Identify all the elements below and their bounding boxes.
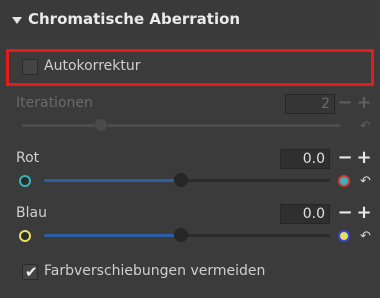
blue-decrement-button[interactable]: −	[337, 204, 353, 224]
auto-correction-label[interactable]: Autokorrektur	[44, 58, 140, 74]
panel-title: Chromatische Aberration	[28, 10, 241, 28]
red-value-field[interactable]: 0.0	[280, 149, 330, 169]
blue-slider-fill	[44, 234, 187, 237]
blue-increment-button[interactable]: +	[356, 204, 372, 224]
blue-value-field[interactable]: 0.0	[280, 204, 330, 224]
red-slider-thumb[interactable]	[174, 173, 188, 187]
iterations-decrement-button[interactable]: −	[337, 94, 353, 114]
blue-left-color-dot	[19, 230, 31, 242]
red-label: Rot	[16, 150, 40, 166]
check-icon: ✔	[25, 263, 38, 281]
auto-correction-checkbox[interactable]	[22, 59, 38, 75]
red-left-color-dot	[19, 175, 31, 187]
blue-right-color-dot	[338, 230, 350, 242]
iterations-value-field[interactable]: 2	[285, 94, 335, 114]
chromatic-aberration-panel: Chromatische Aberration Autokorrektur It…	[0, 0, 380, 298]
red-reset-icon[interactable]: ↶	[360, 175, 374, 188]
triangle-down-icon[interactable]	[12, 17, 22, 24]
red-decrement-button[interactable]: −	[337, 149, 353, 169]
iterations-slider-track[interactable]	[22, 124, 340, 127]
red-right-color-dot	[338, 175, 350, 187]
blue-slider-thumb[interactable]	[174, 228, 188, 242]
avoid-color-shift-label[interactable]: Farbverschiebungen vermeiden	[44, 263, 265, 279]
iterations-increment-button[interactable]: +	[356, 94, 372, 114]
blue-label: Blau	[16, 205, 47, 221]
iterations-reset-icon[interactable]: ↶	[360, 120, 374, 133]
avoid-color-shift-checkbox[interactable]: ✔	[22, 263, 38, 281]
iterations-slider-thumb[interactable]	[94, 118, 108, 132]
panel-header[interactable]: Chromatische Aberration	[0, 0, 380, 40]
red-increment-button[interactable]: +	[356, 149, 372, 169]
red-slider-fill	[44, 179, 187, 182]
iterations-label: Iterationen	[16, 95, 93, 111]
blue-reset-icon[interactable]: ↶	[360, 230, 374, 243]
